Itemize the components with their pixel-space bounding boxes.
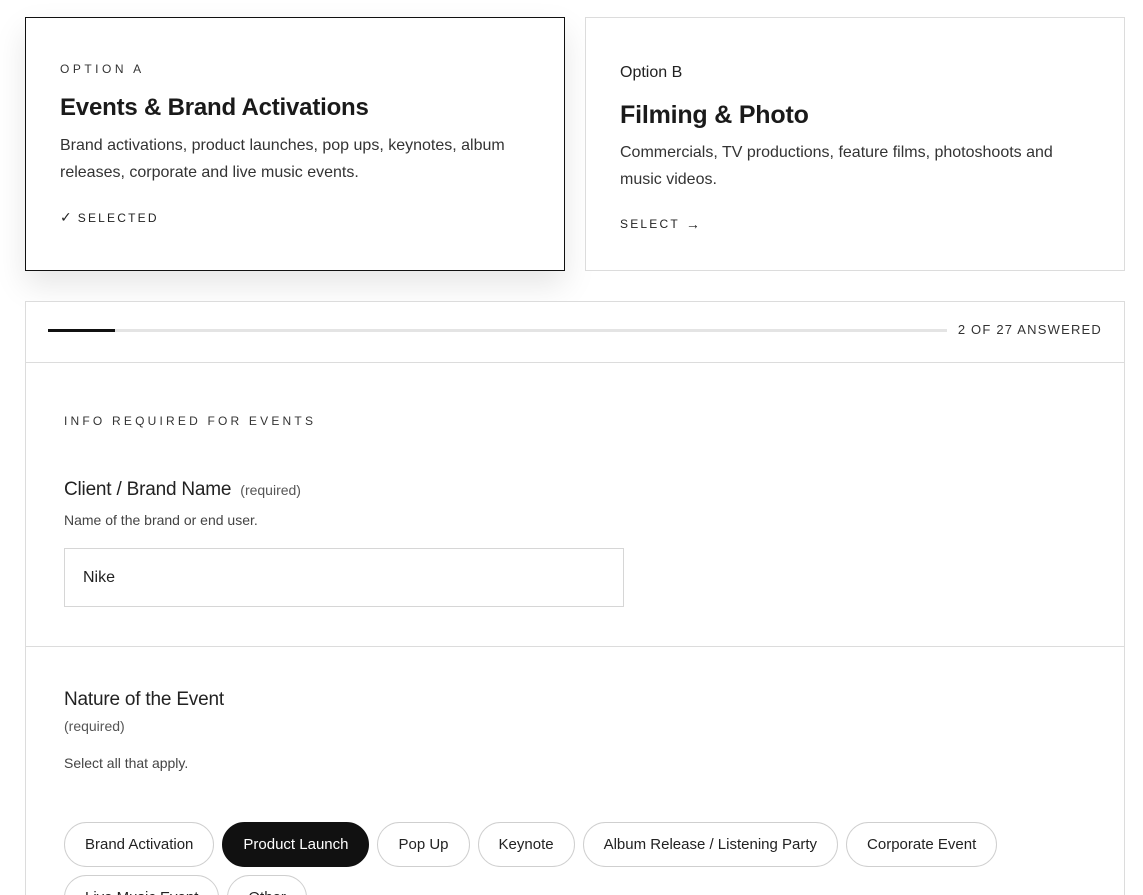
progress-bar [48, 329, 947, 332]
progress-bar-fill [48, 329, 115, 332]
chip-corporate-event[interactable]: Corporate Event [846, 822, 998, 867]
nature-field-required: (required) [64, 718, 125, 734]
chip-other[interactable]: Other [227, 875, 307, 895]
option-b-description: Commercials, TV productions, feature fil… [620, 144, 1053, 188]
chip-brand-activation[interactable]: Brand Activation [64, 822, 215, 867]
client-field-help: Name of the brand or end user. [64, 512, 258, 528]
form-panel: 2 OF 27 ANSWERED INFO REQUIRED FOR EVENT… [25, 301, 1125, 895]
option-b-eyebrow: Option B [620, 64, 683, 81]
progress-row: 2 OF 27 ANSWERED [26, 302, 1124, 363]
option-b-action-label: SELECT [620, 217, 680, 231]
arrow-right-icon: → [685, 216, 700, 232]
chip-pop-up[interactable]: Pop Up [377, 822, 470, 867]
option-a-description: Brand activations, product launches, pop… [60, 137, 505, 181]
chip-keynote[interactable]: Keynote [477, 822, 575, 867]
check-icon: ✓ [60, 209, 72, 225]
option-a-action-label: SELECTED [77, 210, 159, 225]
events-info-section: INFO REQUIRED FOR EVENTS Client / Brand … [26, 363, 1124, 647]
option-b-title: Filming & Photo [620, 101, 809, 129]
chip-live-music-event[interactable]: Live Music Event [64, 875, 220, 895]
nature-field-label: Nature of the Event [64, 689, 224, 710]
nature-field-help: Select all that apply. [64, 755, 189, 771]
option-b-card[interactable]: Option B Filming & Photo Commercials, TV… [585, 17, 1125, 271]
option-a-selected-indicator: ✓ SELECTED [60, 209, 159, 226]
option-b-select-button[interactable]: SELECT → [620, 216, 700, 232]
progress-text: 2 OF 27 ANSWERED [957, 322, 1102, 337]
chip-product-launch[interactable]: Product Launch [222, 822, 370, 867]
section-heading: INFO REQUIRED FOR EVENTS [64, 414, 317, 428]
chip-album-release[interactable]: Album Release / Listening Party [582, 822, 839, 867]
event-nature-section: Nature of the Event (required) Select al… [26, 647, 1124, 895]
client-name-input[interactable] [64, 548, 624, 607]
client-field-required: (required) [240, 482, 301, 498]
event-type-chips: Brand Activation Product Launch Pop Up K… [64, 822, 1064, 895]
option-a-eyebrow: OPTION A [60, 62, 145, 76]
client-field-label-row: Client / Brand Name (required) [64, 479, 301, 501]
option-a-title: Events & Brand Activations [60, 94, 369, 121]
page: OPTION A Events & Brand Activations Bran… [0, 0, 1143, 895]
option-a-card[interactable]: OPTION A Events & Brand Activations Bran… [25, 17, 565, 271]
client-field-label: Client / Brand Name [64, 479, 232, 500]
